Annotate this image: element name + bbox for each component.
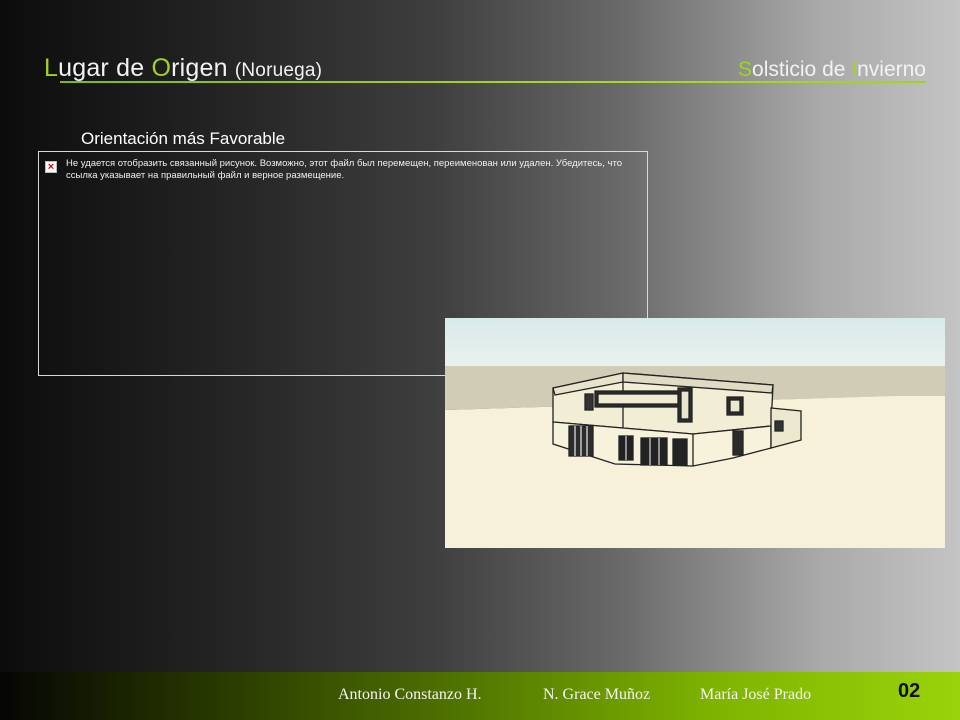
subtitle-text-1: olsticio de <box>752 58 852 81</box>
author-3: María José Prado <box>700 686 812 703</box>
title-suffix: (Noruega) <box>234 60 323 81</box>
section-heading: Orientación más Favorable <box>81 129 286 148</box>
slide-title: Lugar de Origen (Noruega) <box>44 54 322 83</box>
subtitle-initial-s: S <box>738 58 753 81</box>
slide-subtitle: Solsticio de Invierno <box>738 58 926 82</box>
house-render-svg <box>445 318 945 548</box>
page-number: 02 <box>898 680 921 702</box>
title-initial-l: L <box>44 54 59 82</box>
author-2: N. Grace Muñoz <box>543 686 651 703</box>
broken-image-message: Не удается отобразить связанный рисунок.… <box>66 158 622 181</box>
title-underline <box>60 81 926 83</box>
author-1: Antonio Constanzo H. <box>338 686 482 703</box>
title-text-2: rigen <box>171 54 228 82</box>
subtitle-text-2: nvierno <box>857 58 926 81</box>
broken-image-icon: × <box>45 161 57 173</box>
title-initial-o: O <box>151 54 172 82</box>
house-render-image <box>445 318 945 548</box>
title-text-1: ugar de <box>58 54 152 82</box>
